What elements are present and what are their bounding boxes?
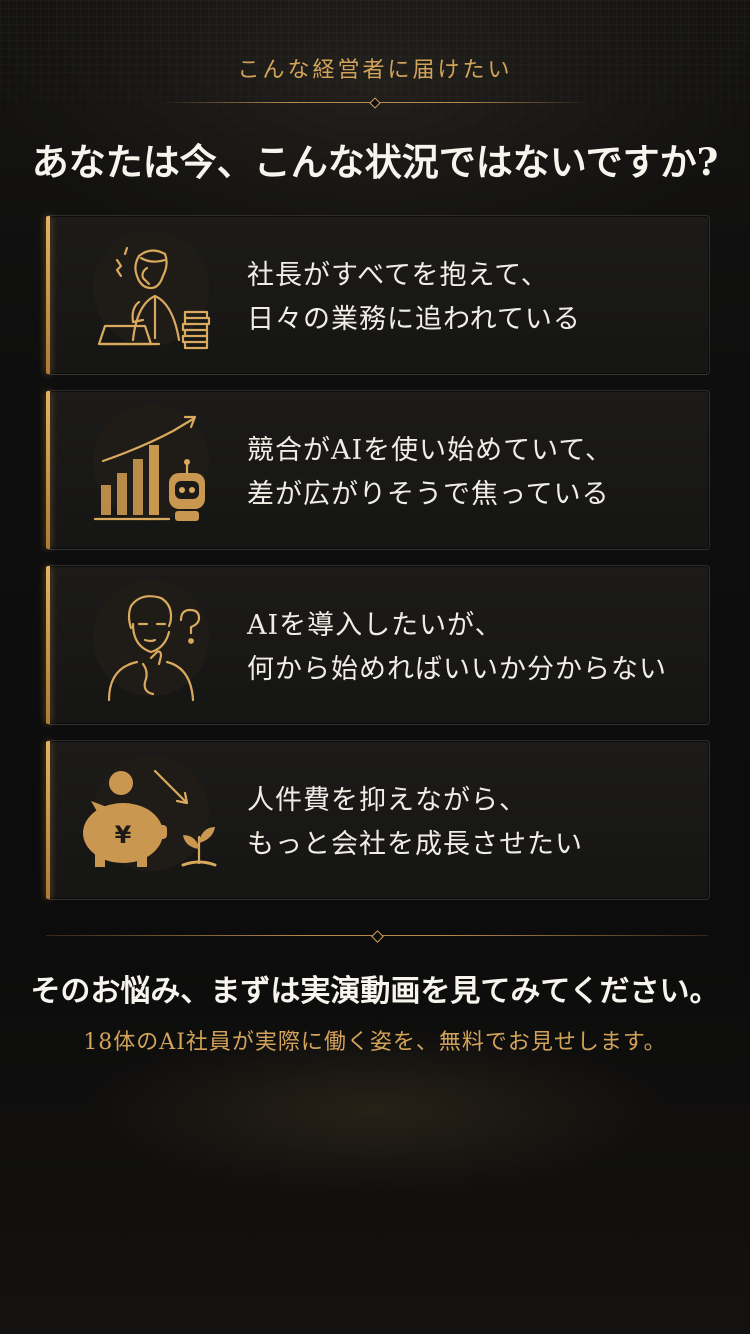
card-line-1: AIを導入したいが、 — [247, 610, 503, 641]
concern-card-3: AIを導入したいが、 何から始めればいいか分からない — [46, 565, 710, 725]
card-line-2: 何から始めればいいか分からない — [247, 654, 667, 685]
card-text: 競合がAIを使い始めていて、 差が広がりそうで焦っている — [247, 429, 699, 517]
top-divider — [160, 97, 590, 109]
cta-message: そのお悩み、まずは実演動画を見てみてください。 — [30, 974, 720, 1009]
piggy-bank-sprout-icon: ¥ — [81, 753, 231, 887]
card-line-2: 差が広がりそうで焦っている — [247, 479, 610, 510]
growth-chart-robot-icon — [81, 403, 231, 537]
page-headline: あなたは今、こんな状況ではないですか? — [31, 140, 719, 184]
card-text: 社長がすべてを抱えて、 日々の業務に追われている — [247, 254, 699, 342]
card-text: AIを導入したいが、 何から始めればいいか分からない — [247, 604, 699, 692]
confused-person-icon — [81, 578, 231, 712]
card-accent-bar — [46, 741, 50, 899]
card-line-1: 競合がAIを使い始めていて、 — [247, 435, 614, 466]
card-line-1: 社長がすべてを抱えて、 — [247, 260, 549, 291]
cta-subtext: 18体のAI社員が実際に働く姿を、無料でお見せします。 — [83, 1030, 667, 1055]
card-line-2: もっと会社を成長させたい — [247, 829, 583, 860]
card-line-1: 人件費を抑えながら、 — [247, 785, 527, 816]
concern-card-4: ¥ 人件費を抑えながら、 もっと会社を成長させたい — [46, 740, 710, 900]
concern-card-1: 社長がすべてを抱えて、 日々の業務に追われている — [46, 215, 710, 375]
eyebrow-label: こんな経営者に届けたい — [237, 58, 513, 83]
card-accent-bar — [46, 391, 50, 549]
card-line-2: 日々の業務に追われている — [247, 304, 581, 335]
card-text: 人件費を抑えながら、 もっと会社を成長させたい — [247, 779, 699, 867]
card-accent-bar — [46, 216, 50, 374]
concern-card-2: 競合がAIを使い始めていて、 差が広がりそうで焦っている — [46, 390, 710, 550]
overwhelmed-ceo-icon — [81, 228, 231, 362]
svg-text:¥: ¥ — [115, 821, 132, 849]
card-accent-bar — [46, 566, 50, 724]
bottom-divider — [46, 930, 708, 943]
